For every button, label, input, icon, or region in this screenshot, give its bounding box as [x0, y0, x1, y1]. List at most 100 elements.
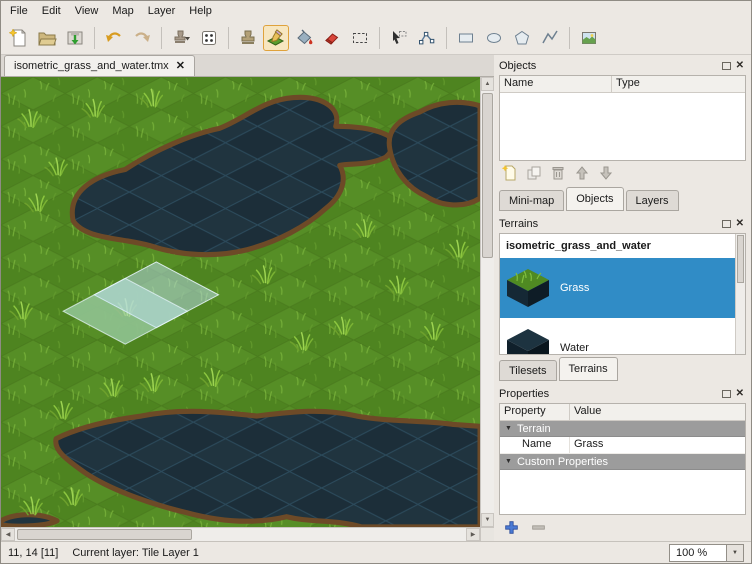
- bucket-fill-button[interactable]: [291, 25, 317, 51]
- document-tab[interactable]: isometric_grass_and_water.tmx ✕: [4, 55, 195, 76]
- main-toolbar: [1, 21, 751, 55]
- terrain-item-grass[interactable]: Grass: [500, 258, 735, 318]
- terrain-tileset-header[interactable]: isometric_grass_and_water: [500, 234, 735, 258]
- status-bar: 11, 14 [11] Current layer: Tile Layer 1 …: [1, 541, 751, 563]
- new-object-button[interactable]: [499, 163, 521, 183]
- tab-terrains[interactable]: Terrains: [559, 357, 618, 381]
- scroll-left-button[interactable]: ◀: [1, 528, 15, 541]
- terrains-scrollbar[interactable]: [735, 234, 745, 354]
- open-button[interactable]: [34, 25, 60, 51]
- current-layer-label: Current layer: Tile Layer 1: [72, 547, 199, 559]
- vscroll-track[interactable]: [481, 91, 494, 513]
- menu-layer[interactable]: Layer: [141, 3, 183, 19]
- menu-view[interactable]: View: [68, 3, 106, 19]
- collapse-icon: ▼: [505, 425, 512, 432]
- grass-terrain-thumbnail: [505, 267, 551, 309]
- objects-column-type[interactable]: Type: [612, 76, 745, 92]
- insert-ellipse-button[interactable]: [481, 25, 507, 51]
- insert-polygon-icon: [512, 28, 532, 48]
- toolbar-separator: [569, 27, 570, 49]
- insert-rectangle-button[interactable]: [453, 25, 479, 51]
- menu-file[interactable]: File: [3, 3, 35, 19]
- horizontal-scrollbar[interactable]: ◀ ▶: [1, 527, 480, 541]
- terrain-brush-icon: [266, 28, 286, 48]
- terrain-item-label: Grass: [560, 282, 589, 294]
- undo-icon: [104, 28, 124, 48]
- hscroll-track[interactable]: [15, 528, 466, 541]
- objects-close-icon[interactable]: ✕: [736, 61, 744, 71]
- dock-tab-bar: Mini-map Objects Layers: [499, 185, 746, 211]
- remove-property-button[interactable]: [528, 518, 548, 536]
- document-tab-bar: isometric_grass_and_water.tmx ✕: [1, 55, 494, 77]
- hscroll-thumb[interactable]: [17, 529, 192, 540]
- property-row-name[interactable]: Name Grass: [500, 437, 745, 454]
- properties-table: Property Value ▼ Terrain Name Grass ▼ Cu…: [499, 403, 746, 515]
- properties-empty-area: [500, 470, 745, 514]
- vertical-scrollbar[interactable]: ▲ ▼: [480, 77, 494, 527]
- properties-float-icon[interactable]: [722, 390, 731, 398]
- save-button[interactable]: [62, 25, 88, 51]
- insert-tile-button[interactable]: [576, 25, 602, 51]
- zoom-dropdown-button[interactable]: ▼: [727, 544, 744, 562]
- properties-close-icon[interactable]: ✕: [736, 389, 744, 399]
- properties-column-value[interactable]: Value: [570, 404, 745, 420]
- objects-panel-label: Objects: [499, 60, 722, 72]
- eraser-button[interactable]: [319, 25, 345, 51]
- undo-button[interactable]: [101, 25, 127, 51]
- plus-icon: [504, 520, 519, 535]
- scroll-down-button[interactable]: ▼: [481, 513, 494, 527]
- toolbar-separator: [228, 27, 229, 49]
- stamp-dropdown-icon: [171, 28, 191, 48]
- menu-map[interactable]: Map: [105, 3, 140, 19]
- insert-polygon-button[interactable]: [509, 25, 535, 51]
- terrains-float-icon[interactable]: [722, 220, 731, 228]
- down-arrow-icon: ▼: [485, 517, 491, 523]
- edit-polygons-button[interactable]: [414, 25, 440, 51]
- delete-object-button[interactable]: [547, 163, 569, 183]
- objects-float-icon[interactable]: [722, 62, 731, 70]
- scroll-up-button[interactable]: ▲: [481, 77, 494, 91]
- terrain-brush-button[interactable]: [263, 25, 289, 51]
- zoom-input[interactable]: 100 %: [669, 544, 727, 562]
- terrains-list: isometric_grass_and_water Grass: [499, 233, 746, 355]
- tab-mini-map[interactable]: Mini-map: [499, 190, 564, 211]
- tab-close-icon[interactable]: ✕: [176, 61, 185, 72]
- vscroll-thumb[interactable]: [482, 93, 493, 258]
- properties-column-property[interactable]: Property: [500, 404, 570, 420]
- random-mode-button[interactable]: [196, 25, 222, 51]
- redo-button[interactable]: [129, 25, 155, 51]
- raise-object-button[interactable]: [571, 163, 593, 183]
- main-area: isometric_grass_and_water.tmx ✕: [1, 55, 751, 541]
- property-group-label: Custom Properties: [517, 456, 608, 468]
- new-map-button[interactable]: [6, 25, 32, 51]
- stamp-brush-button[interactable]: [235, 25, 261, 51]
- objects-list-empty[interactable]: [500, 93, 745, 160]
- lower-object-button[interactable]: [595, 163, 617, 183]
- rectangular-select-icon: [350, 28, 370, 48]
- properties-toolbar: [499, 515, 746, 539]
- tab-layers[interactable]: Layers: [626, 190, 679, 211]
- stamp-dropdown-button[interactable]: [168, 25, 194, 51]
- terrain-item-water[interactable]: Water: [500, 318, 735, 354]
- menu-edit[interactable]: Edit: [35, 3, 68, 19]
- terrains-close-icon[interactable]: ✕: [736, 219, 744, 229]
- eraser-icon: [322, 28, 342, 48]
- terrains-scroll-thumb[interactable]: [737, 235, 744, 283]
- terrains-panel-label: Terrains: [499, 218, 722, 230]
- property-name-value[interactable]: Grass: [570, 437, 745, 453]
- properties-panel-label: Properties: [499, 388, 722, 400]
- insert-rectangle-icon: [456, 28, 476, 48]
- map-canvas[interactable]: [1, 77, 480, 527]
- objects-column-name[interactable]: Name: [500, 76, 612, 92]
- add-property-button[interactable]: [501, 518, 521, 536]
- property-group-terrain[interactable]: ▼ Terrain: [500, 421, 745, 437]
- tab-tilesets[interactable]: Tilesets: [499, 360, 557, 381]
- menu-help[interactable]: Help: [182, 3, 219, 19]
- insert-polyline-button[interactable]: [537, 25, 563, 51]
- scroll-right-button[interactable]: ▶: [466, 528, 480, 541]
- property-group-custom[interactable]: ▼ Custom Properties: [500, 454, 745, 470]
- rectangular-select-button[interactable]: [347, 25, 373, 51]
- tab-objects[interactable]: Objects: [566, 187, 623, 211]
- duplicate-object-button[interactable]: [523, 163, 545, 183]
- select-objects-button[interactable]: [386, 25, 412, 51]
